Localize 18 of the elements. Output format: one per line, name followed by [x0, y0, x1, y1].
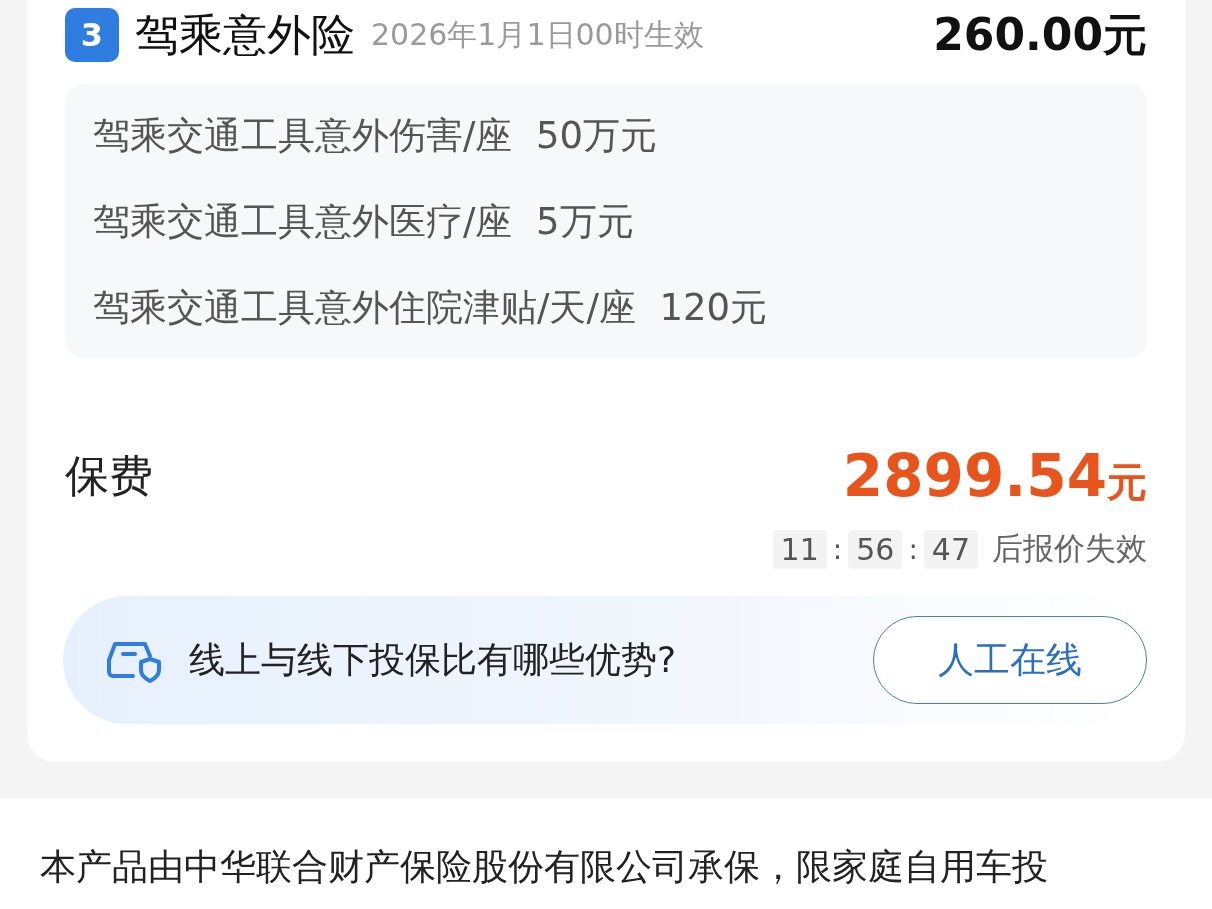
- plan-price: 260.00元: [933, 7, 1147, 62]
- premium-label: 保费: [65, 448, 153, 503]
- coverage-item: 驾乘交通工具意外伤害/座 50万元: [93, 113, 659, 159]
- countdown-label: 后报价失效: [992, 529, 1147, 568]
- countdown-separator: :: [832, 532, 843, 566]
- countdown-digits: 56: [848, 529, 903, 569]
- online-agent-button[interactable]: 人工在线: [873, 616, 1147, 704]
- countdown-separator: :: [908, 532, 918, 566]
- countdown-digits: 47: [923, 529, 978, 569]
- coverage-item: 驾乘交通工具意外医疗/座 5万元: [93, 199, 635, 245]
- underwriter-notice: 本产品由中华联合财产保险股份有限公司承保，限家庭自用车投: [40, 845, 1049, 889]
- plan-number: 3: [65, 8, 119, 62]
- plan-name: 驾乘意外险: [135, 7, 355, 62]
- premium-amount: 2899.54元: [842, 442, 1147, 510]
- effective-date: 2026年1月1日00时生效: [371, 15, 704, 54]
- countdown-digits: 11: [772, 529, 827, 569]
- help-question: 线上与线下投保比有哪些优势?: [189, 637, 677, 682]
- coverage-item: 驾乘交通工具意外住院津贴/天/座 120元: [93, 285, 769, 331]
